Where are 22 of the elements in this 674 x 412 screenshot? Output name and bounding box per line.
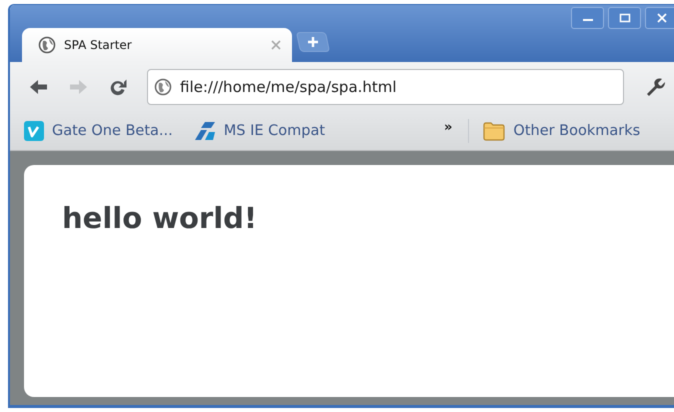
close-button[interactable] (645, 7, 674, 29)
close-icon (654, 13, 668, 23)
maximize-icon (618, 13, 632, 23)
plus-icon (307, 36, 319, 48)
reload-icon[interactable] (108, 77, 129, 97)
bookmark-link[interactable]: Gate One Beta... (24, 121, 173, 141)
page-heading: hello world! (62, 201, 258, 235)
close-tab-icon[interactable] (270, 39, 282, 51)
maximize-button[interactable] (608, 7, 641, 29)
minimize-button[interactable] (571, 7, 604, 29)
globe-icon (38, 36, 56, 54)
folder-icon (483, 121, 506, 141)
browser-tab[interactable]: SPA Starter (22, 28, 292, 62)
other-bookmarks-link[interactable]: Other Bookmarks (483, 121, 640, 141)
bookmark-link[interactable]: MS IE Compat (192, 121, 326, 141)
shards-icon (192, 121, 216, 141)
tab-title: SPA Starter (64, 38, 133, 52)
letter-v-icon (24, 121, 44, 141)
new-tab-button[interactable] (296, 32, 330, 52)
address-field[interactable]: file:///home/me/spa/spa.html (147, 69, 624, 105)
back-arrow-icon[interactable] (28, 77, 49, 97)
bookmarks-overflow-button[interactable]: » (444, 120, 452, 134)
